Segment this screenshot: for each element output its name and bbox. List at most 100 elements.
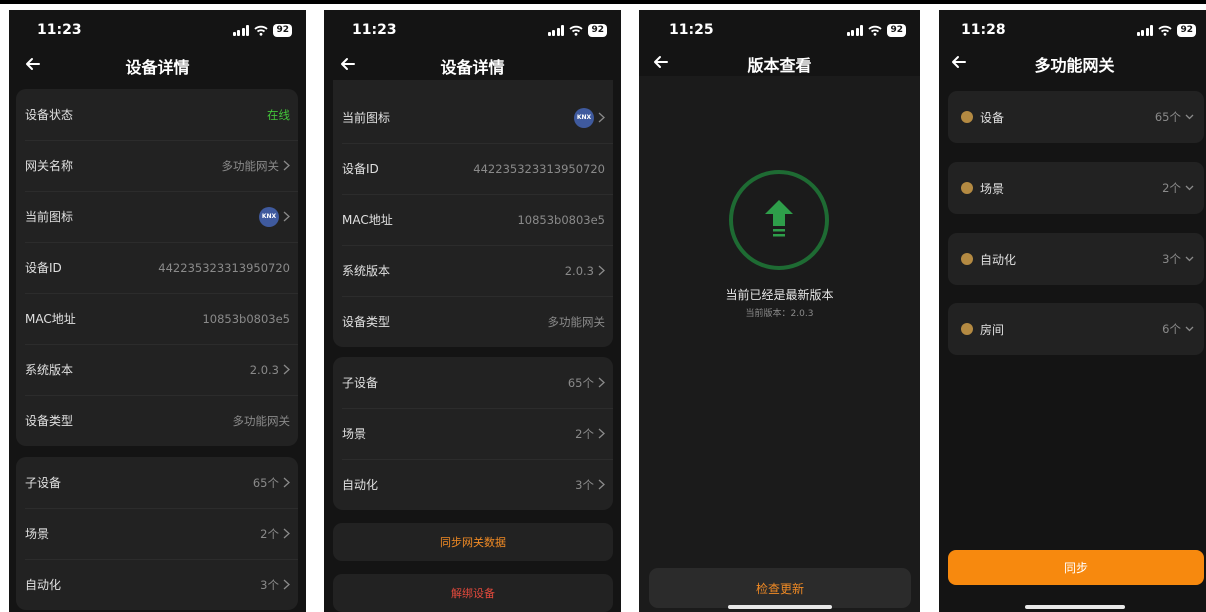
- wifi-icon: [868, 25, 883, 36]
- row-label: 设备状态: [25, 108, 74, 122]
- row-automation[interactable]: 自动化 3个: [16, 559, 298, 610]
- row-value: 442235323313950720: [158, 260, 290, 275]
- row-value: 65个: [567, 375, 594, 390]
- chevron-right-icon: [598, 112, 605, 123]
- group-devices[interactable]: 设备 65个: [948, 91, 1204, 143]
- row-scenes[interactable]: 场景 2个: [333, 408, 613, 459]
- status-time: 11:25: [669, 22, 714, 38]
- checkbox-icon[interactable]: [961, 323, 973, 335]
- sync-gateway-data-button[interactable]: 同步网关数据: [333, 523, 613, 561]
- group-count: 3个: [1162, 252, 1181, 266]
- chevron-right-icon: [283, 528, 290, 539]
- row-value: 多功能网关: [221, 158, 280, 173]
- row-mac-address: MAC地址 10853b0803e5: [333, 194, 613, 245]
- signal-icon: [846, 24, 864, 36]
- row-device-id: 设备ID 442235323313950720: [333, 143, 613, 194]
- row-value: 3个: [260, 577, 279, 592]
- row-value: 65个: [252, 475, 279, 490]
- row-label: 设备ID: [342, 162, 379, 176]
- chevron-down-icon: [1185, 256, 1194, 262]
- row-label: 场景: [25, 527, 50, 541]
- row-label: 系统版本: [25, 363, 74, 377]
- latest-version-message: 当前已经是最新版本: [725, 288, 834, 302]
- group-automation[interactable]: 自动化 3个: [948, 233, 1204, 285]
- gateway-sync-screen: 11:28 92 多功能网关 设备 65个 场景 2个 自动化 3个 房间 6个…: [939, 10, 1206, 612]
- status-icons: 92: [846, 23, 906, 37]
- home-indicator: [1025, 605, 1125, 609]
- checkbox-icon[interactable]: [961, 253, 973, 265]
- battery-icon: 92: [887, 23, 906, 37]
- group-label: 自动化: [980, 252, 1017, 267]
- battery-icon: 92: [588, 23, 607, 37]
- knx-icon: KNX: [259, 206, 279, 227]
- checkbox-icon[interactable]: [961, 111, 973, 123]
- status-icons: 92: [547, 23, 607, 37]
- row-system-version[interactable]: 系统版本 2.0.3: [16, 344, 298, 395]
- signal-icon: [547, 24, 565, 36]
- row-value: 442235323313950720: [473, 161, 605, 176]
- chevron-right-icon: [598, 265, 605, 276]
- row-label: 当前图标: [342, 111, 391, 125]
- group-scenes[interactable]: 场景 2个: [948, 162, 1204, 214]
- group-label: 设备: [980, 110, 1005, 125]
- page-title: 版本查看: [747, 56, 812, 75]
- check-update-button[interactable]: 检查更新: [649, 568, 911, 608]
- page-title: 设备详情: [125, 58, 190, 77]
- nav-bar: 设备详情: [324, 50, 621, 80]
- row-value: 2个: [260, 526, 279, 541]
- row-value: 3个: [575, 477, 594, 492]
- nav-bar: 多功能网关: [939, 48, 1206, 78]
- checkbox-icon[interactable]: [961, 182, 973, 194]
- row-value: 2.0.3: [249, 362, 279, 377]
- row-value: 10853b0803e5: [517, 212, 605, 227]
- group-rooms[interactable]: 房间 6个: [948, 303, 1204, 355]
- nav-bar: 设备详情: [9, 50, 306, 80]
- status-bar: 11:28 92: [939, 10, 1206, 50]
- row-device-status: 设备状态 在线: [16, 89, 298, 140]
- row-device-id: 设备ID 442235323313950720: [16, 242, 298, 293]
- row-current-icon[interactable]: 当前图标 KNX: [16, 191, 298, 242]
- version-body: 当前已经是最新版本 当前版本：2.0.3 检查更新: [639, 76, 920, 612]
- status-time: 11:23: [352, 22, 397, 38]
- device-info-card: 设备状态 在线 网关名称 多功能网关 当前图标 KNX 设备ID 4422353…: [16, 89, 298, 446]
- row-label: 系统版本: [342, 264, 391, 278]
- group-count: 6个: [1162, 322, 1181, 336]
- status-bar: 11:25 92: [639, 10, 920, 50]
- chevron-down-icon: [1185, 114, 1194, 120]
- chevron-right-icon: [598, 377, 605, 388]
- status-bar: 11:23 92: [9, 10, 306, 50]
- row-label: 网关名称: [25, 159, 74, 173]
- sync-button[interactable]: 同步: [948, 550, 1204, 585]
- row-mac-address: MAC地址 10853b0803e5: [16, 293, 298, 344]
- row-sub-devices[interactable]: 子设备 65个: [16, 457, 298, 508]
- wifi-icon: [254, 25, 269, 36]
- status-icons: 92: [232, 23, 292, 37]
- chevron-right-icon: [283, 364, 290, 375]
- chevron-right-icon: [283, 160, 290, 171]
- row-scenes[interactable]: 场景 2个: [16, 508, 298, 559]
- signal-icon: [232, 24, 250, 36]
- row-system-version[interactable]: 系统版本 2.0.3: [333, 245, 613, 296]
- version-check-screen: 11:25 92 版本查看 当前已经是最新版本 当前版本：2.0.3 检查更新: [639, 10, 920, 612]
- row-value: 2.0.3: [564, 263, 594, 278]
- row-sub-devices[interactable]: 子设备 65个: [333, 357, 613, 408]
- unbind-device-button[interactable]: 解绑设备: [333, 574, 613, 612]
- nav-bar: 版本查看: [639, 48, 920, 78]
- wifi-icon: [569, 25, 584, 36]
- chevron-right-icon: [598, 479, 605, 490]
- sub-items-card: 子设备 65个 场景 2个 自动化 3个: [333, 357, 613, 510]
- row-current-icon[interactable]: 当前图标 KNX: [333, 92, 613, 143]
- status-time: 11:23: [37, 22, 82, 38]
- row-automation[interactable]: 自动化 3个: [333, 459, 613, 510]
- row-gateway-name[interactable]: 网关名称 多功能网关: [16, 140, 298, 191]
- row-value: 2个: [575, 426, 594, 441]
- group-label: 场景: [980, 181, 1005, 196]
- device-info-card: 当前图标 KNX 设备ID 442235323313950720 MAC地址 1…: [333, 80, 613, 347]
- group-label: 房间: [980, 322, 1005, 337]
- chevron-right-icon: [283, 211, 290, 222]
- top-border: [0, 0, 1206, 4]
- row-label: 子设备: [342, 376, 379, 390]
- chevron-right-icon: [283, 477, 290, 488]
- page-title: 设备详情: [440, 58, 505, 77]
- upload-arrow-icon: [765, 200, 793, 237]
